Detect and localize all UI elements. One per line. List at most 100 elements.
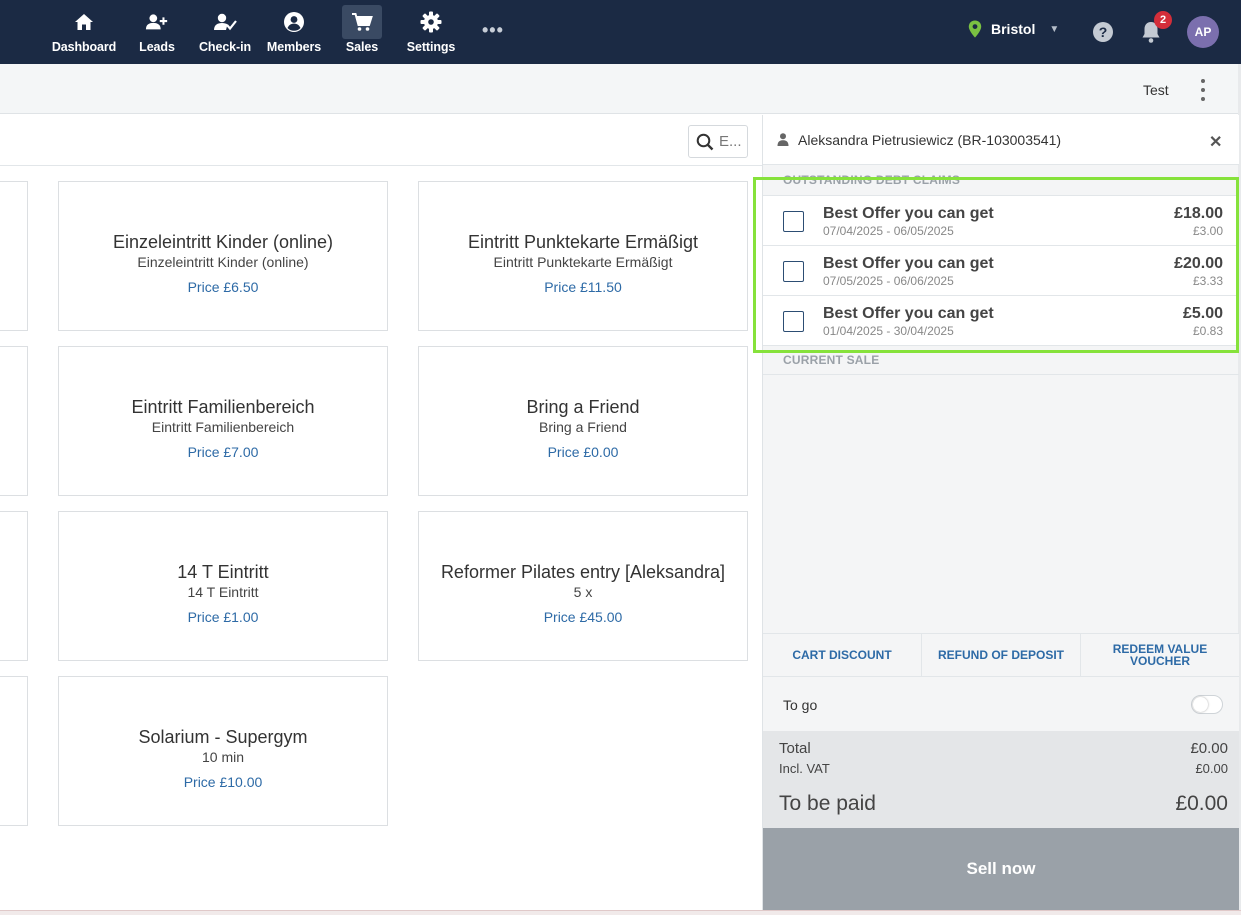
cart-customer-header: Aleksandra Pietrusiewicz (BR-103003541) … [763, 115, 1239, 165]
vat-value: £0.00 [1195, 761, 1228, 776]
product-card-partial[interactable] [0, 181, 28, 331]
to-be-paid-value: £0.00 [1175, 792, 1228, 815]
person-icon [777, 133, 789, 146]
cart-action-bar: CART DISCOUNT REFUND OF DEPOSIT REDEEM V… [763, 633, 1239, 677]
notification-count-badge: 2 [1154, 11, 1172, 29]
product-price: Price £1.00 [187, 609, 259, 625]
to-be-paid-label: To be paid [779, 792, 876, 815]
nav-item-dashboard[interactable]: Dashboard [51, 0, 117, 64]
product-title: 14 T Eintritt [177, 562, 269, 582]
location-selector[interactable]: Bristol ▼ [968, 20, 1059, 38]
debt-claim-dates: 07/05/2025 - 06/06/2025 [823, 274, 954, 288]
product-subtitle: Eintritt Punktekarte Ermäßigt [493, 254, 673, 270]
product-title: Eintritt Punktekarte Ermäßigt [467, 232, 699, 252]
product-card[interactable]: Eintritt Familienbereich Eintritt Famili… [58, 346, 388, 496]
user-avatar[interactable]: AP [1187, 16, 1219, 48]
to-go-toggle[interactable] [1191, 695, 1223, 714]
product-title: Eintritt Familienbereich [131, 397, 315, 417]
product-price: Price £11.50 [544, 279, 622, 295]
product-card[interactable]: Solarium - Supergym 10 min Price £10.00 [58, 676, 388, 826]
redeem-value-voucher-button[interactable]: REDEEM VALUE VOUCHER [1081, 634, 1239, 676]
nav-item-settings[interactable]: Settings [406, 0, 456, 64]
search-row: E... [0, 115, 762, 166]
cart-discount-button[interactable]: CART DISCOUNT [763, 634, 922, 676]
product-card-partial[interactable] [0, 676, 28, 826]
bottom-strip [0, 910, 1241, 915]
sell-now-button[interactable]: Sell now [763, 828, 1239, 910]
more-menu-icon[interactable]: ••• [482, 20, 504, 41]
product-title: Solarium - Supergym [138, 727, 308, 747]
nav-item-sales[interactable]: Sales [342, 0, 382, 64]
debt-claim-dates: 01/04/2025 - 30/04/2025 [823, 324, 954, 338]
product-price: Price £10.00 [183, 774, 263, 790]
product-subtitle: Bring a Friend [539, 419, 627, 435]
product-price: Price £7.00 [187, 444, 259, 460]
gear-icon [419, 10, 443, 34]
register-name-label: Test [1143, 82, 1169, 98]
product-card[interactable]: Eintritt Punktekarte Ermäßigt Eintritt P… [418, 181, 748, 331]
product-title: Reformer Pilates entry [Aleksandra] [440, 562, 726, 582]
to-go-label: To go [783, 697, 818, 713]
current-sale-label: CURRENT SALE [783, 353, 880, 367]
total-label: Total [779, 740, 811, 757]
top-navigation-bar: Dashboard Leads Check-in Members Sales S… [0, 0, 1241, 64]
debt-claim-row[interactable]: Best Offer you can get 07/05/2025 - 06/0… [763, 246, 1239, 296]
kebab-menu-icon[interactable] [1196, 79, 1210, 101]
current-sale-divider [763, 374, 1239, 375]
secondary-header: Test [0, 64, 1238, 114]
check-in-icon [213, 10, 237, 34]
cart-icon [350, 10, 374, 34]
product-price: Price £0.00 [547, 444, 619, 460]
debt-claim-sub-amount: £0.83 [1192, 324, 1223, 338]
debt-section-label: OUTSTANDING DEBT CLAIMS [783, 173, 961, 187]
debt-claim-sub-amount: £3.00 [1192, 224, 1223, 238]
nav-label-dashboard: Dashboard [51, 40, 117, 54]
product-card[interactable]: Reformer Pilates entry [Aleksandra] 5 x … [418, 511, 748, 661]
product-card[interactable]: Einzeleintritt Kinder (online) Einzelein… [58, 181, 388, 331]
nav-label-members: Members [266, 40, 322, 54]
location-pin-icon [968, 20, 982, 38]
debt-claim-row[interactable]: Best Offer you can get 07/04/2025 - 06/0… [763, 196, 1239, 246]
location-name: Bristol [991, 21, 1036, 37]
product-subtitle: Einzeleintritt Kinder (online) [137, 254, 309, 270]
cart-panel: Aleksandra Pietrusiewicz (BR-103003541) … [762, 115, 1239, 910]
debt-claim-row[interactable]: Best Offer you can get 01/04/2025 - 30/0… [763, 296, 1239, 346]
nav-item-members[interactable]: Members [266, 0, 322, 64]
close-icon[interactable]: ✕ [1209, 132, 1222, 152]
customer-name: Aleksandra Pietrusiewicz (BR-103003541) [798, 132, 1062, 148]
nav-item-leads[interactable]: Leads [137, 0, 177, 64]
search-icon [696, 133, 714, 150]
product-price: Price £45.00 [543, 609, 623, 625]
debt-claims-list: Best Offer you can get 07/04/2025 - 06/0… [763, 195, 1239, 346]
nav-label-settings: Settings [406, 40, 456, 54]
product-grid-area: E... Einzeleintritt Kinder (online) Einz… [0, 115, 762, 910]
refund-of-deposit-button[interactable]: REFUND OF DEPOSIT [922, 634, 1081, 676]
product-card-partial[interactable] [0, 511, 28, 661]
nav-label-sales: Sales [345, 40, 379, 54]
nav-label-leads: Leads [139, 40, 175, 54]
svg-text:?: ? [1099, 24, 1108, 40]
debt-claim-checkbox[interactable] [783, 211, 804, 232]
help-icon[interactable]: ? [1092, 21, 1114, 43]
add-user-icon [145, 10, 169, 34]
debt-claim-amount: £5.00 [1182, 305, 1223, 322]
debt-claim-amount: £20.00 [1174, 255, 1223, 272]
product-subtitle: Eintritt Familienbereich [151, 419, 295, 435]
debt-claim-checkbox[interactable] [783, 261, 804, 282]
product-title: Bring a Friend [526, 397, 640, 417]
product-title: Einzeleintritt Kinder (online) [112, 232, 334, 252]
product-card[interactable]: Bring a Friend Bring a Friend Price £0.0… [418, 346, 748, 496]
product-card-partial[interactable] [0, 346, 28, 496]
chevron-down-icon: ▼ [1049, 23, 1060, 35]
debt-claim-name: Best Offer you can get [823, 255, 994, 272]
product-price: Price £6.50 [187, 279, 259, 295]
vat-label: Incl. VAT [779, 761, 830, 776]
debt-claim-checkbox[interactable] [783, 311, 804, 332]
total-value: £0.00 [1190, 740, 1228, 757]
product-card[interactable]: 14 T Eintritt 14 T Eintritt Price £1.00 [58, 511, 388, 661]
debt-claim-amount: £18.00 [1174, 205, 1223, 222]
to-go-row: To go [763, 677, 1239, 731]
nav-item-check-in[interactable]: Check-in [199, 0, 251, 64]
search-button[interactable]: E... [688, 125, 748, 158]
product-subtitle: 10 min [201, 749, 245, 765]
